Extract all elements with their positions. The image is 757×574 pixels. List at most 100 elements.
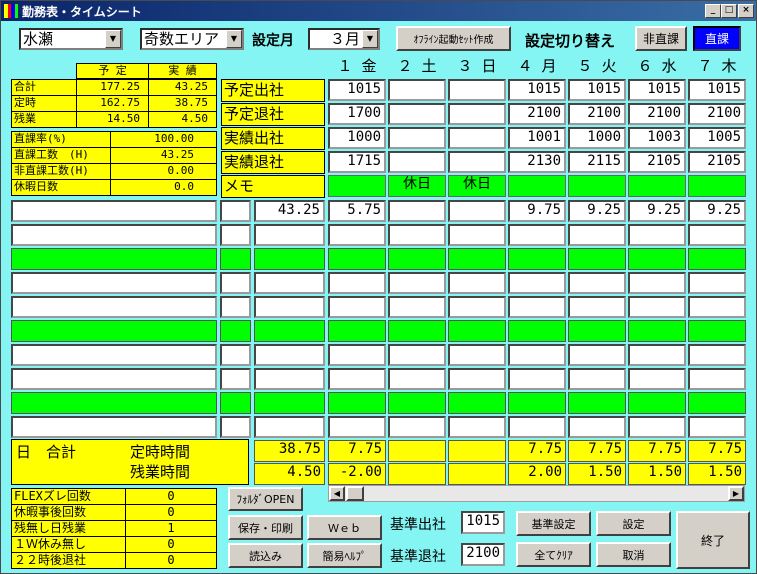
work-hour-cell[interactable] bbox=[328, 368, 386, 390]
work-hour-cell[interactable] bbox=[568, 320, 626, 342]
work-code-cell[interactable] bbox=[220, 392, 251, 414]
scroll-thumb[interactable] bbox=[346, 486, 364, 501]
work-total-cell[interactable] bbox=[254, 248, 325, 270]
work-hour-cell[interactable] bbox=[388, 272, 446, 294]
standard-out-input[interactable]: 2100 bbox=[461, 543, 505, 566]
folder-open-button[interactable]: ﾌｫﾙﾀﾞOPEN bbox=[228, 487, 303, 511]
work-code-cell[interactable] bbox=[220, 224, 251, 246]
work-hour-cell[interactable] bbox=[628, 248, 686, 270]
time-cell[interactable]: 1015 bbox=[508, 79, 566, 101]
work-item-cell[interactable] bbox=[11, 224, 217, 246]
cancel-button[interactable]: 取消 bbox=[596, 542, 671, 567]
work-hour-cell[interactable] bbox=[568, 392, 626, 414]
work-hour-cell[interactable] bbox=[448, 200, 506, 222]
work-hour-cell[interactable] bbox=[568, 272, 626, 294]
time-cell[interactable]: 2100 bbox=[688, 103, 746, 125]
minimize-button[interactable]: _ bbox=[705, 4, 721, 18]
time-cell[interactable] bbox=[388, 151, 446, 173]
work-hour-cell[interactable] bbox=[688, 248, 746, 270]
work-hour-cell[interactable] bbox=[328, 296, 386, 318]
work-hour-cell[interactable] bbox=[388, 320, 446, 342]
maximize-button[interactable]: □ bbox=[721, 4, 737, 18]
exit-button[interactable]: 終了 bbox=[676, 511, 750, 569]
memo-cell[interactable]: 休日 bbox=[448, 175, 506, 197]
work-hour-cell[interactable] bbox=[388, 392, 446, 414]
work-hour-cell[interactable] bbox=[388, 224, 446, 246]
offline-set-button[interactable]: ｵﾌﾗｲﾝ起動ｾｯﾄ作成 bbox=[396, 26, 511, 51]
time-cell[interactable]: 1005 bbox=[688, 127, 746, 149]
work-hour-cell[interactable] bbox=[628, 416, 686, 438]
setting-button[interactable]: 設定 bbox=[596, 511, 671, 536]
work-hour-cell[interactable] bbox=[448, 296, 506, 318]
standard-setting-button[interactable]: 基準設定 bbox=[516, 511, 591, 536]
scroll-right-icon[interactable]: ▶ bbox=[728, 486, 744, 501]
work-hour-cell[interactable] bbox=[388, 248, 446, 270]
work-code-cell[interactable] bbox=[220, 368, 251, 390]
work-hour-cell[interactable]: 9.75 bbox=[508, 200, 566, 222]
time-cell[interactable] bbox=[388, 79, 446, 101]
memo-cell[interactable] bbox=[688, 175, 746, 197]
work-hour-cell[interactable] bbox=[388, 296, 446, 318]
memo-cell[interactable] bbox=[328, 175, 386, 197]
time-cell[interactable]: 1700 bbox=[328, 103, 386, 125]
work-item-cell[interactable] bbox=[11, 248, 217, 270]
work-item-cell[interactable] bbox=[11, 368, 217, 390]
work-hour-cell[interactable] bbox=[388, 368, 446, 390]
work-hour-cell[interactable] bbox=[328, 392, 386, 414]
work-hour-cell[interactable] bbox=[568, 368, 626, 390]
work-hour-cell[interactable] bbox=[568, 224, 626, 246]
work-code-cell[interactable] bbox=[220, 344, 251, 366]
work-hour-cell[interactable] bbox=[448, 344, 506, 366]
work-hour-cell[interactable] bbox=[688, 416, 746, 438]
work-hour-cell[interactable] bbox=[328, 272, 386, 294]
time-cell[interactable]: 1001 bbox=[508, 127, 566, 149]
memo-cell[interactable] bbox=[568, 175, 626, 197]
work-code-cell[interactable] bbox=[220, 248, 251, 270]
work-hour-cell[interactable] bbox=[508, 248, 566, 270]
work-hour-cell[interactable] bbox=[628, 320, 686, 342]
load-button[interactable]: 読込み bbox=[228, 543, 303, 568]
work-hour-cell[interactable] bbox=[508, 296, 566, 318]
work-code-cell[interactable] bbox=[220, 320, 251, 342]
time-cell[interactable]: 2130 bbox=[508, 151, 566, 173]
time-cell[interactable] bbox=[388, 127, 446, 149]
time-cell[interactable]: 2100 bbox=[628, 103, 686, 125]
work-hour-cell[interactable] bbox=[508, 392, 566, 414]
standard-in-input[interactable]: 1015 bbox=[461, 511, 505, 534]
work-item-cell[interactable] bbox=[11, 320, 217, 342]
work-item-cell[interactable] bbox=[11, 200, 217, 222]
work-hour-cell[interactable] bbox=[568, 296, 626, 318]
work-hour-cell[interactable] bbox=[628, 392, 686, 414]
work-hour-cell[interactable] bbox=[448, 320, 506, 342]
work-item-cell[interactable] bbox=[11, 344, 217, 366]
clear-all-button[interactable]: 全てｸﾘｱ bbox=[516, 542, 591, 567]
work-hour-cell[interactable] bbox=[448, 368, 506, 390]
direct-button[interactable]: 直課 bbox=[693, 26, 741, 51]
work-hour-cell[interactable] bbox=[568, 416, 626, 438]
work-hour-cell[interactable] bbox=[688, 320, 746, 342]
work-hour-cell[interactable] bbox=[628, 296, 686, 318]
work-hour-cell[interactable] bbox=[508, 224, 566, 246]
work-hour-cell[interactable] bbox=[688, 272, 746, 294]
time-cell[interactable]: 2100 bbox=[568, 103, 626, 125]
work-hour-cell[interactable] bbox=[388, 200, 446, 222]
work-hour-cell[interactable] bbox=[328, 248, 386, 270]
work-item-cell[interactable] bbox=[11, 296, 217, 318]
work-code-cell[interactable] bbox=[220, 200, 251, 222]
work-total-cell[interactable] bbox=[254, 224, 325, 246]
indirect-button[interactable]: 非直課 bbox=[635, 26, 687, 51]
work-hour-cell[interactable] bbox=[388, 416, 446, 438]
work-hour-cell[interactable] bbox=[628, 344, 686, 366]
work-total-cell[interactable]: 43.25 bbox=[254, 200, 325, 222]
work-hour-cell[interactable] bbox=[508, 368, 566, 390]
work-item-cell[interactable] bbox=[11, 392, 217, 414]
web-button[interactable]: Ｗｅｂ bbox=[307, 515, 382, 540]
name-select[interactable]: 水瀬 ▼ bbox=[19, 28, 123, 50]
time-cell[interactable]: 1015 bbox=[568, 79, 626, 101]
work-hour-cell[interactable] bbox=[448, 224, 506, 246]
work-hour-cell[interactable]: 9.25 bbox=[568, 200, 626, 222]
work-hour-cell[interactable] bbox=[508, 320, 566, 342]
work-hour-cell[interactable] bbox=[688, 368, 746, 390]
work-code-cell[interactable] bbox=[220, 296, 251, 318]
time-cell[interactable]: 1003 bbox=[628, 127, 686, 149]
